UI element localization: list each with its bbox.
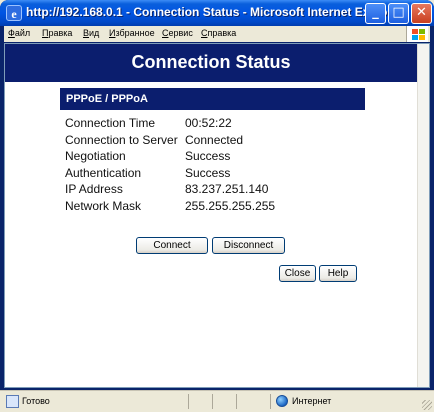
resize-grip-icon[interactable]: [422, 400, 432, 410]
vertical-scrollbar[interactable]: [417, 44, 429, 387]
zone-text: Интернет: [292, 396, 332, 406]
browser-window: e http://192.168.0.1 - Connection Status…: [0, 0, 434, 412]
minimize-button[interactable]: _: [365, 3, 386, 24]
row-value: Connected: [185, 133, 244, 147]
row-value: Success: [185, 149, 231, 163]
status-divider: [236, 394, 237, 409]
status-divider: [212, 394, 213, 409]
ie-icon: e: [6, 5, 22, 21]
menu-file[interactable]: Файл: [8, 28, 30, 38]
row-label: Connection Time: [65, 116, 156, 130]
status-bar: Готово Интернет: [0, 390, 434, 412]
close-window-button[interactable]: ✕: [411, 3, 432, 24]
windows-logo-icon: [406, 26, 428, 42]
connect-button[interactable]: Connect: [136, 237, 208, 254]
row-label: IP Address: [65, 182, 123, 196]
menu-tools[interactable]: Сервис: [162, 28, 193, 38]
status-divider: [188, 394, 189, 409]
close-button[interactable]: Close: [279, 265, 316, 282]
row-label: Negotiation: [65, 149, 126, 163]
row-value: 00:52:22: [185, 116, 232, 130]
row-label: Connection to Server: [65, 133, 178, 147]
menu-edit[interactable]: Правка: [42, 28, 72, 38]
menu-help[interactable]: Справка: [201, 28, 236, 38]
status-divider: [270, 394, 271, 409]
maximize-button[interactable]: □: [388, 3, 409, 24]
help-button[interactable]: Help: [319, 265, 357, 282]
row-label: Network Mask: [65, 199, 142, 213]
disconnect-button[interactable]: Disconnect: [212, 237, 285, 254]
row-value: 83.237.251.140: [185, 182, 269, 196]
title-bar[interactable]: e http://192.168.0.1 - Connection Status…: [0, 0, 434, 26]
page-content: Connection Status PPPoE / PPPoA Connecti…: [4, 43, 430, 388]
page-title: Connection Status: [5, 44, 417, 82]
window-title: http://192.168.0.1 - Connection Status -…: [26, 5, 404, 19]
menu-favorites[interactable]: Избранное: [109, 28, 155, 38]
internet-zone-icon: [276, 395, 288, 407]
page-icon: [6, 395, 19, 408]
menu-view[interactable]: Вид: [83, 28, 99, 38]
row-label: Authentication: [65, 166, 142, 180]
menu-bar: Файл Правка Вид Избранное Сервис Справка: [4, 26, 430, 42]
row-value: Success: [185, 166, 231, 180]
section-title: PPPoE / PPPoA: [60, 88, 365, 110]
status-text: Готово: [22, 396, 50, 406]
row-value: 255.255.255.255: [185, 199, 276, 213]
